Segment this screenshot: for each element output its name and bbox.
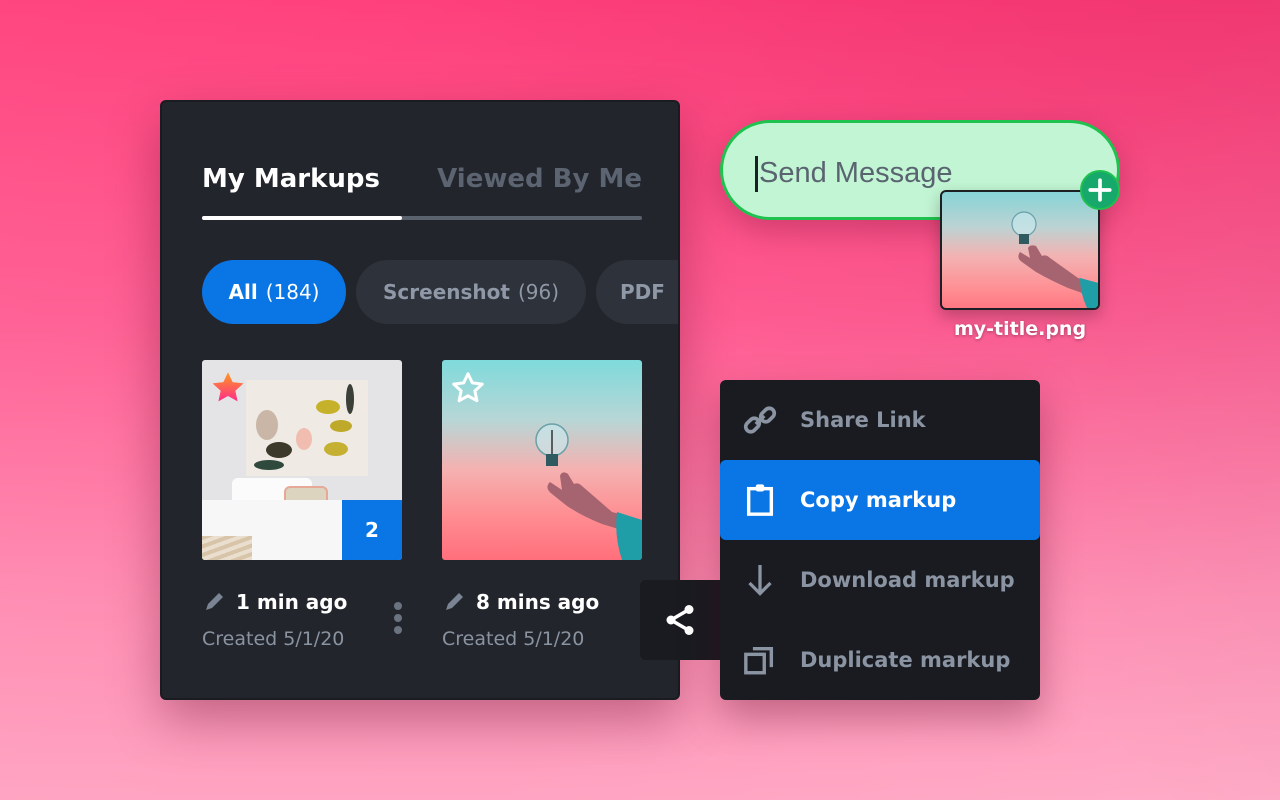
- last-edited: 8 mins ago: [442, 588, 642, 616]
- filter-label: Screenshot: [383, 280, 510, 304]
- created-date: Created 5/1/20: [202, 628, 345, 650]
- share-icon: [666, 605, 694, 635]
- menu-item-share-link[interactable]: Share Link: [720, 380, 1040, 460]
- arrow-down-icon: [720, 562, 800, 598]
- filter-chip-all[interactable]: All (184): [202, 260, 346, 324]
- kebab-dot: [394, 614, 402, 622]
- markup-thumbnail[interactable]: 2: [202, 360, 402, 560]
- share-context-menu: Share Link Copy markup Download markup D…: [720, 380, 1040, 700]
- dragged-file-name: my-title.png: [953, 318, 1087, 340]
- markup-card[interactable]: 2 1 min ago Created 5/1/20: [202, 360, 402, 650]
- filter-label: PDF: [620, 280, 665, 304]
- dragged-file-thumbnail[interactable]: [940, 190, 1100, 310]
- lightbulb-hand-image: [1011, 211, 1098, 308]
- filter-label: All: [228, 280, 258, 304]
- menu-item-label: Download markup: [800, 568, 1015, 592]
- star-filled-icon[interactable]: [210, 370, 246, 406]
- menu-item-label: Share Link: [800, 408, 926, 432]
- filter-count: (96): [517, 280, 559, 304]
- menu-item-label: Copy markup: [800, 488, 957, 512]
- clipboard-icon: [720, 483, 800, 517]
- menu-item-label: Duplicate markup: [800, 648, 1011, 672]
- filter-chip-pdf[interactable]: PDF: [596, 260, 678, 324]
- last-edited: 1 min ago: [202, 588, 402, 616]
- tab-viewed-by-me[interactable]: Viewed By Me: [437, 164, 642, 194]
- duplicate-icon: [720, 643, 800, 677]
- kebab-dot: [394, 626, 402, 634]
- tab-my-markups[interactable]: My Markups: [202, 164, 380, 194]
- markup-thumbnail[interactable]: [442, 360, 642, 560]
- markup-count-badge: 2: [342, 500, 402, 560]
- star-outline-icon[interactable]: [450, 370, 486, 406]
- edited-time: 8 mins ago: [476, 590, 600, 614]
- menu-item-download-markup[interactable]: Download markup: [720, 540, 1040, 620]
- more-options-button[interactable]: [390, 602, 406, 642]
- text-caret: [755, 156, 758, 192]
- wall-painting: [246, 380, 368, 476]
- menu-item-copy-markup[interactable]: Copy markup: [720, 460, 1040, 540]
- pencil-icon: [446, 593, 463, 610]
- created-date: Created 5/1/20: [442, 628, 585, 650]
- plus-icon: [1088, 178, 1112, 202]
- blanket: [202, 536, 252, 560]
- tab-active-indicator: [202, 216, 402, 220]
- menu-item-duplicate-markup[interactable]: Duplicate markup: [720, 620, 1040, 700]
- markup-card[interactable]: 8 mins ago Created 5/1/20: [442, 360, 642, 650]
- edited-time: 1 min ago: [236, 590, 348, 614]
- markups-panel: My Markups Viewed By Me All (184) Screen…: [160, 100, 680, 700]
- pencil-icon: [206, 593, 223, 610]
- tab-bar: My Markups Viewed By Me: [202, 164, 642, 204]
- lightbulb-hand-image: [535, 423, 642, 560]
- filter-count: (184): [265, 280, 320, 304]
- tab-track: [202, 216, 642, 220]
- kebab-dot: [394, 602, 402, 610]
- filter-chip-screenshot[interactable]: Screenshot (96): [356, 260, 586, 324]
- share-button[interactable]: [640, 580, 730, 660]
- attach-button[interactable]: [1080, 170, 1120, 210]
- link-icon: [720, 400, 800, 440]
